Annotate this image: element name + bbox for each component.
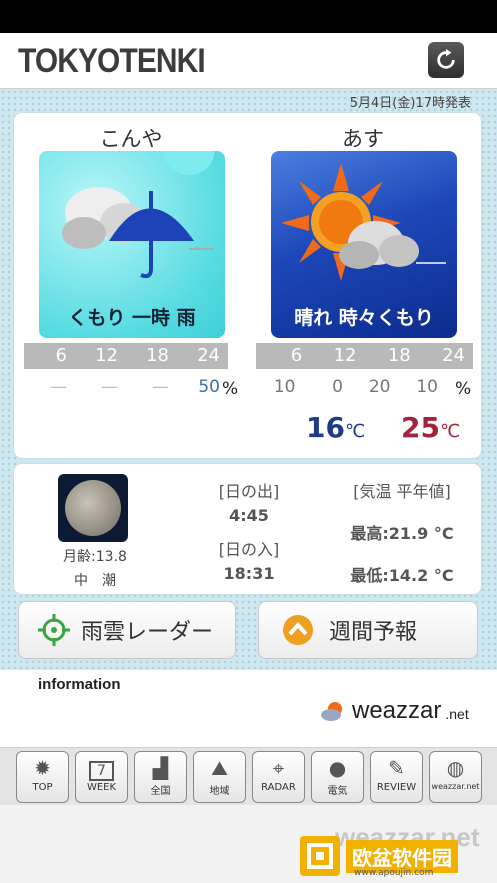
hour-label: 6	[290, 345, 303, 366]
precip-value: 50	[198, 377, 220, 397]
tide: 中 潮	[74, 573, 116, 589]
moon-icon	[65, 480, 121, 536]
weekly-forecast-label: 週間予報	[329, 620, 418, 645]
weazzar-link[interactable]: weazzar .net	[320, 697, 469, 725]
tab-radar[interactable]: ⌖ RADAR	[252, 751, 305, 803]
sunset-label: [日の入]	[218, 540, 280, 559]
temp-max: 25℃	[401, 411, 460, 444]
precip-value: 10	[416, 377, 438, 397]
chevron-up-icon	[283, 615, 313, 645]
hour-label: 12	[95, 345, 118, 366]
tab-week[interactable]: 7 WEEK	[75, 751, 128, 803]
temp-unit: ℃	[344, 421, 366, 442]
watermark-url: www.apoujin.com	[354, 868, 434, 878]
tab-label: TOP	[32, 782, 53, 793]
cloud-umbrella-icon	[62, 151, 215, 279]
rain-radar-label: 雨雲レーダー	[81, 620, 214, 645]
sunrise-time: 4:45	[229, 506, 269, 525]
brand-name: weazzar	[352, 697, 442, 724]
sunset-time: 18:31	[223, 564, 275, 583]
tab-label: 電気	[327, 786, 348, 797]
watermark-logo-icon	[300, 836, 340, 876]
tomorrow-hours-bar: 6 12 18 24	[256, 343, 473, 369]
temp-unit: ℃	[439, 421, 461, 442]
moon-age: 月齢:13.8	[63, 549, 127, 565]
hour-label: 6	[55, 345, 67, 366]
rain-radar-button[interactable]: 雨雲レーダー	[18, 601, 236, 659]
today-weather-image: くもり 一時 雨	[39, 151, 225, 338]
hour-label: 18	[387, 345, 411, 366]
today-label: こんや	[99, 127, 163, 151]
today-hours-bar: 6 12 18 24	[24, 343, 228, 369]
sun-icon: ✹	[34, 756, 51, 780]
forecast-card: こんや あす くもり 一時 雨 晴れ 時々くもり 6 12 18 24 6 12…	[14, 113, 481, 458]
crosshair-icon: ⌖	[272, 756, 285, 780]
refresh-button[interactable]	[428, 42, 464, 78]
tab-label: 全国	[150, 786, 171, 797]
bar-icon: ▟	[152, 756, 169, 780]
tab-label: RADAR	[261, 782, 296, 793]
normal-low: 最低:14.2 °C	[350, 566, 454, 585]
tab-national[interactable]: ▟ 全国	[134, 751, 187, 803]
tomorrow-weather-image: 晴れ 時々くもり	[271, 151, 457, 338]
tomorrow-precip-unit: %	[455, 379, 472, 399]
app-title: TOKYOTENKI	[18, 42, 206, 80]
weekly-forecast-button[interactable]: 週間予報	[258, 601, 478, 659]
weazzar-logo-icon	[321, 702, 342, 721]
globe-icon: ◍	[446, 756, 465, 780]
almanac-card: 月齢:13.8 中 潮 [日の出] 4:45 [日の入] 18:31 [気温 平…	[14, 464, 481, 594]
calendar-icon: 7	[76, 752, 127, 782]
bulb-icon: ●	[328, 756, 347, 780]
today-precip-unit: %	[222, 379, 239, 399]
tab-weazzar[interactable]: ◍ weazzar.net	[429, 751, 482, 803]
precip-value: —	[50, 377, 67, 397]
tab-label: 地域	[209, 786, 230, 797]
tomorrow-label: あす	[342, 127, 384, 151]
refresh-icon	[437, 49, 455, 69]
hour-label: 18	[146, 345, 169, 366]
app-header: TOKYOTENKI	[0, 33, 497, 89]
tab-top[interactable]: ✹ TOP	[16, 751, 69, 803]
information-heading: information	[38, 676, 121, 693]
precip-value: 20	[368, 377, 391, 397]
issued-time: 5月4日(金)17時発表	[349, 96, 471, 111]
today-weather-text: くもり 一時 雨	[68, 307, 196, 329]
normal-temp-label: [気温 平年値]	[353, 482, 451, 501]
hour-label: 12	[333, 345, 357, 366]
precip-value: —	[101, 377, 118, 397]
pencil-icon: ✎	[388, 756, 405, 780]
bottom-tab-bar: ✹ TOP 7 WEEK ▟ 全国 ⛰ 地域 ⌖ RADAR ● 電気 ✎ RE…	[0, 747, 497, 805]
normal-high: 最高:21.9 °C	[350, 524, 454, 543]
sun-cloud-icon	[281, 163, 446, 281]
brand-suffix: .net	[445, 706, 469, 722]
calendar-badge: 7	[89, 761, 114, 781]
tab-region[interactable]: ⛰ 地域	[193, 751, 246, 803]
today-precip-row: — — — 50	[24, 377, 228, 397]
tab-label: REVIEW	[376, 782, 417, 793]
hour-label: 24	[197, 345, 220, 366]
temp-max-value: 25	[401, 411, 440, 444]
status-bar	[0, 0, 497, 33]
tab-label: weazzar.net	[431, 782, 480, 791]
temp-min-value: 16	[306, 411, 345, 444]
precip-value: 0	[332, 377, 343, 397]
temp-min: 16℃	[306, 411, 365, 444]
hour-label: 24	[442, 345, 465, 366]
map-icon: ⛰	[211, 756, 228, 780]
tomorrow-precip-row: 10 0 20 10	[256, 377, 446, 397]
precip-value: 10	[273, 377, 296, 397]
tab-review[interactable]: ✎ REVIEW	[370, 751, 423, 803]
sunrise-label: [日の出]	[218, 482, 280, 501]
precip-value: —	[152, 377, 169, 397]
tab-label: WEEK	[86, 782, 117, 793]
watermark-mark-icon	[307, 843, 333, 869]
crosshair-icon	[38, 614, 70, 646]
tab-electricity[interactable]: ● 電気	[311, 751, 364, 803]
tomorrow-weather-text: 晴れ 時々くもり	[294, 307, 434, 329]
moon-image	[58, 474, 128, 542]
